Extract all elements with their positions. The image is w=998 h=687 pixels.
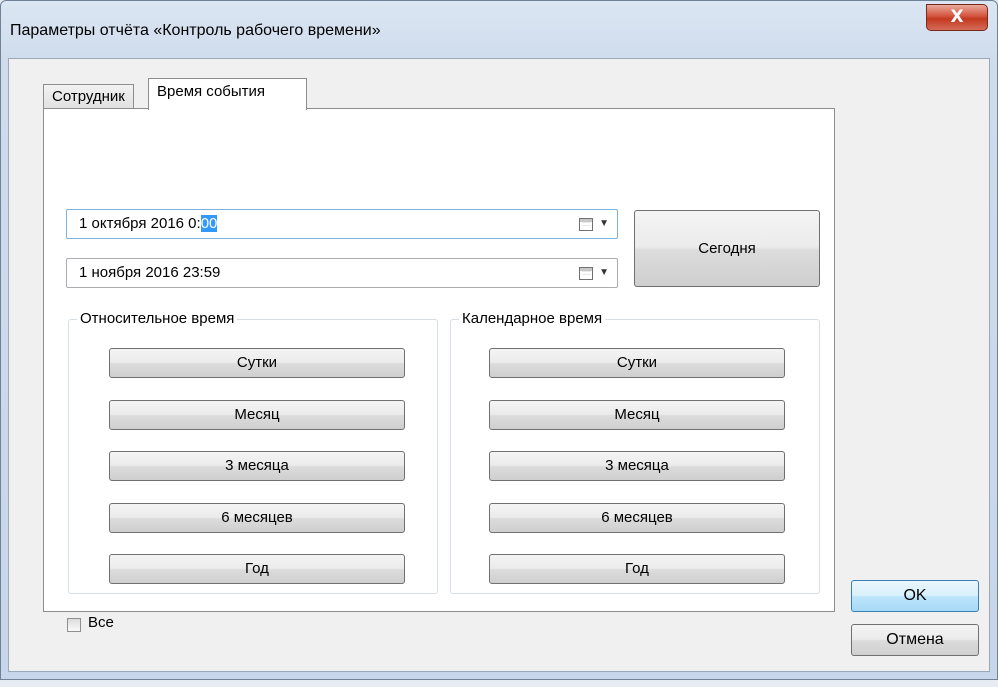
chevron-down-icon[interactable]: ▼ (599, 267, 609, 278)
calendar-month-button[interactable]: Месяц (489, 400, 785, 430)
all-checkbox[interactable] (67, 618, 81, 632)
chevron-down-icon[interactable]: ▼ (599, 218, 609, 229)
calendar-year-button[interactable]: Год (489, 554, 785, 584)
relative-time-label: Относительное время (77, 310, 238, 327)
tab-employee[interactable]: Сотрудник (43, 84, 134, 108)
date-to-picker[interactable]: 1 ноября 2016 23:59 ▼ (66, 258, 618, 288)
calendar-3-months-button[interactable]: 3 месяца (489, 451, 785, 481)
calendar-6-months-button[interactable]: 6 месяцев (489, 503, 785, 533)
window-title: Параметры отчёта «Контроль рабочего врем… (10, 22, 381, 39)
date-from-text: 1 октября 2016 0: (79, 215, 201, 232)
calendar-time-label: Календарное время (459, 310, 606, 327)
calendar-icon[interactable] (579, 218, 593, 231)
date-from-value[interactable]: 1 октября 2016 0:00 (79, 215, 218, 232)
date-from-picker[interactable]: 1 октября 2016 0:00 ▼ (66, 209, 618, 239)
date-to-value[interactable]: 1 ноября 2016 23:59 (79, 264, 220, 281)
close-icon: X (950, 7, 964, 27)
calendar-day-button[interactable]: Сутки (489, 348, 785, 378)
ok-button[interactable]: OK (851, 580, 979, 612)
relative-year-button[interactable]: Год (109, 554, 405, 584)
date-from-selected-minutes: 00 (200, 215, 218, 232)
all-checkbox-label[interactable]: Все (88, 614, 114, 631)
relative-3-months-button[interactable]: 3 месяца (109, 451, 405, 481)
relative-6-months-button[interactable]: 6 месяцев (109, 503, 405, 533)
close-button[interactable]: X (926, 4, 988, 31)
calendar-icon[interactable] (579, 267, 593, 280)
relative-day-button[interactable]: Сутки (109, 348, 405, 378)
tab-event-time[interactable]: Время события (148, 78, 307, 110)
cancel-button[interactable]: Отмена (851, 624, 979, 656)
relative-month-button[interactable]: Месяц (109, 400, 405, 430)
today-button[interactable]: Сегодня (634, 210, 820, 287)
